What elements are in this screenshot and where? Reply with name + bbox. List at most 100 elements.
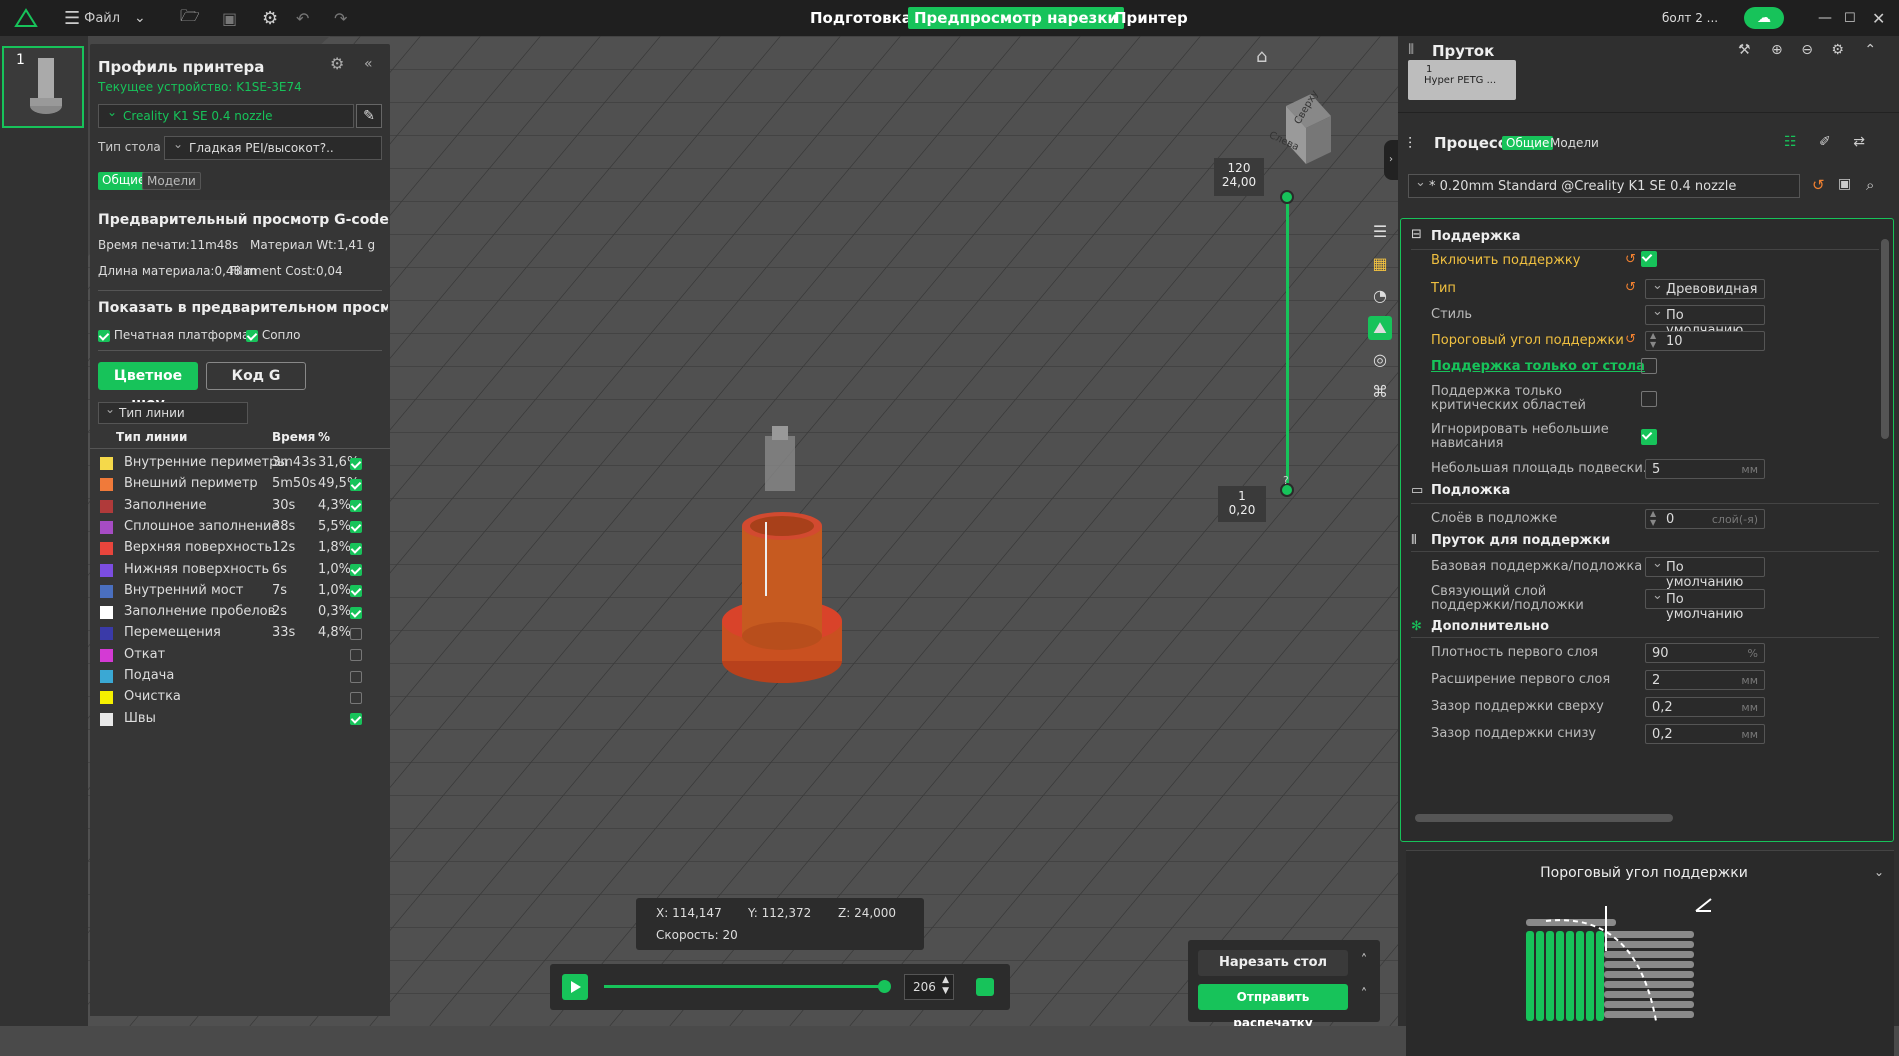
tab-models[interactable]: Модели (142, 172, 201, 190)
move-slider-track[interactable] (604, 985, 884, 988)
legend-visibility-checkbox[interactable] (350, 669, 362, 684)
seam-tool-icon[interactable]: ◎ (1368, 348, 1392, 372)
horizontal-scrollbar[interactable] (1401, 811, 1879, 825)
slice-plate-expand-icon[interactable]: ˄ (1354, 950, 1374, 976)
search-icon[interactable]: ⌕ (1866, 176, 1874, 194)
move-slider-handle[interactable] (878, 980, 891, 993)
legend-row[interactable]: Заполнение 30s 4,3% (90, 495, 390, 516)
send-print-expand-icon[interactable]: ˄ (1354, 984, 1374, 1010)
vertical-scroll-thumb[interactable] (1881, 239, 1889, 439)
reset-icon[interactable]: ↺ (1625, 280, 1636, 295)
brush-icon[interactable]: ⚒ (1738, 42, 1751, 58)
bed-type-select[interactable]: ⌄ Гладкая PEI/высокот?.. (164, 136, 382, 160)
play-button[interactable] (562, 974, 588, 1000)
legend-visibility-checkbox[interactable] (350, 712, 362, 727)
legend-row[interactable]: Откат (90, 644, 390, 665)
layer-slider-track[interactable] (1286, 196, 1289, 490)
layer-spinbox[interactable]: 206 ▲ ▼ (904, 974, 954, 1000)
legend-row[interactable]: Перемещения 33s 4,8% (90, 622, 390, 643)
cloud-upload-button[interactable]: ☁ (1744, 0, 1784, 36)
legend-visibility-checkbox[interactable] (350, 456, 362, 471)
line-type-select[interactable]: ⌄ Тип линии (98, 402, 248, 424)
collapse-left-panel-icon[interactable]: « (364, 56, 373, 72)
top-gap-input[interactable]: 0,2 мм (1645, 697, 1765, 717)
legend-row[interactable]: Верхняя поверхность 12s 1,8% (90, 537, 390, 558)
collapse-icon[interactable]: ⌃ (1864, 42, 1876, 58)
horizontal-scroll-thumb[interactable] (1415, 814, 1673, 822)
layers-tool-icon[interactable]: ☰ (1368, 220, 1392, 244)
show-platform-checkbox[interactable]: Печатная платформа (98, 328, 249, 342)
reset-icon[interactable]: ↺ (1625, 252, 1636, 267)
legend-visibility-checkbox[interactable] (350, 584, 362, 599)
reset-icon[interactable]: ↺ (1812, 176, 1825, 194)
critical-only-checkbox[interactable] (1641, 391, 1657, 407)
edit-profile-button[interactable]: ✎ (356, 104, 382, 128)
redo-icon[interactable]: ↷ (334, 0, 347, 36)
base-support-select[interactable]: По умолчанию (1645, 556, 1765, 590)
file-menu[interactable]: ☰ Файл (64, 0, 120, 36)
collapse-panel-arrow-icon[interactable]: › (1384, 140, 1398, 180)
legend-row[interactable]: Внутренний мост 7s 1,0% (90, 580, 390, 601)
interface-select[interactable]: По умолчанию (1645, 588, 1765, 622)
remove-circle-icon[interactable]: ⊖ (1801, 42, 1813, 58)
tab-slice-preview[interactable]: Предпросмотр нарезки (908, 0, 1124, 36)
legend-row[interactable]: Внешний периметр 5m50s 49,5% (90, 473, 390, 494)
tab-prepare[interactable]: Подготовка (810, 0, 912, 36)
chevron-down-icon[interactable]: ⌄ (134, 0, 146, 36)
add-circle-icon[interactable]: ⊕ (1771, 42, 1783, 58)
vertical-scrollbar[interactable] (1879, 233, 1891, 827)
first-expand-input[interactable]: 2 мм (1645, 670, 1765, 690)
only-from-bed-label[interactable]: Поддержка только от стола (1431, 359, 1645, 374)
plate-thumbnail[interactable]: 1 (2, 46, 84, 128)
process-tab-models[interactable]: Модели (1550, 136, 1599, 150)
brush-icon[interactable]: ✐ (1819, 134, 1831, 150)
legend-visibility-checkbox[interactable] (350, 477, 362, 492)
filament-slot[interactable]: 1 Hyper PETG ... (1408, 60, 1516, 100)
support-paint-tool-icon[interactable]: ⛰ (1368, 316, 1392, 340)
slider-help-icon[interactable]: ? (1283, 474, 1289, 487)
raft-layers-input[interactable]: ▲ ▼ 0 слой(-я) (1645, 509, 1765, 529)
mmu-tool-icon[interactable]: ⌘ (1368, 380, 1392, 404)
printer-settings-gear-icon[interactable]: ⚙ (330, 54, 344, 73)
undo-icon[interactable]: ↶ (296, 0, 309, 36)
legend-row[interactable]: Сплошное заполнение 38s 5,5% (90, 516, 390, 537)
legend-visibility-checkbox[interactable] (350, 541, 362, 556)
save-profile-icon[interactable]: ▣ (1838, 176, 1851, 192)
settings-gear-icon[interactable]: ⚙ (262, 0, 278, 36)
layers-icon[interactable] (976, 978, 994, 996)
legend-row[interactable]: Подача (90, 665, 390, 686)
support-type-select[interactable]: Древовидная ... (1645, 278, 1765, 312)
process-tab-general[interactable]: Общие (1502, 136, 1554, 150)
maximize-icon[interactable]: ☐ (1844, 0, 1856, 36)
legend-row[interactable]: Очистка (90, 686, 390, 707)
legend-row[interactable]: Заполнение пробелов 2s 0,3% (90, 601, 390, 622)
sliced-model[interactable] (700, 396, 860, 716)
help-collapse-icon[interactable]: ⌄ (1874, 865, 1884, 879)
first-density-input[interactable]: 90 % (1645, 643, 1765, 663)
list-view-icon[interactable]: ☷ (1784, 134, 1797, 150)
legend-visibility-checkbox[interactable] (350, 626, 362, 641)
legend-row[interactable]: Внутренние периметры 3m43s 31,6% (90, 452, 390, 473)
ignore-small-checkbox[interactable] (1641, 429, 1657, 445)
open-folder-icon[interactable]: 🗁 (180, 0, 200, 36)
close-icon[interactable]: ✕ (1872, 0, 1885, 36)
color-show-button[interactable]: Цветное шоу (98, 362, 198, 412)
enable-support-checkbox[interactable] (1641, 251, 1657, 267)
nozzle-profile-select[interactable]: ⌄ Creality K1 SE 0.4 nozzle (98, 104, 354, 128)
slice-plate-button[interactable]: Нарезать стол (1198, 950, 1348, 976)
legend-visibility-checkbox[interactable] (350, 499, 362, 514)
settings-gear-icon[interactable]: ⚙ (1831, 42, 1844, 58)
bottom-gap-input[interactable]: 0,2 мм (1645, 724, 1765, 744)
save-icon[interactable]: ▣ (222, 0, 237, 36)
spin-arrows-icon[interactable]: ▲ ▼ (1650, 509, 1656, 527)
send-print-button[interactable]: Отправить распечатку (1198, 984, 1348, 1026)
legend-row[interactable]: Швы (90, 708, 390, 729)
spin-arrows-icon[interactable]: ▲ ▼ (1650, 331, 1656, 349)
tab-printer[interactable]: Принтер (1114, 0, 1188, 36)
show-nozzle-checkbox[interactable]: Сопло (246, 328, 300, 342)
gcode-button[interactable]: Код G (206, 362, 306, 390)
layer-slider-top-handle[interactable] (1280, 190, 1294, 204)
support-style-select[interactable]: По умолчанию (1645, 304, 1765, 338)
selection-tool-icon[interactable]: ▦ (1368, 252, 1392, 276)
home-view-icon[interactable]: ⌂ (1256, 46, 1276, 67)
